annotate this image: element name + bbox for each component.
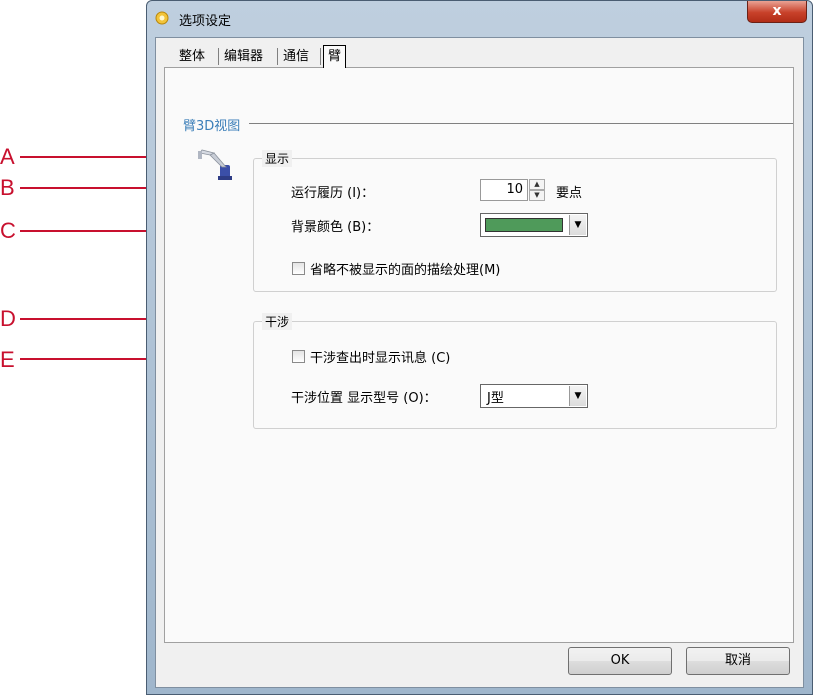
title-bar[interactable]: 选项设定 x	[147, 1, 812, 37]
chevron-up-icon[interactable]: ▲	[529, 179, 545, 190]
display-group: 显示 运行履历 (I)： 10 ▲ ▼ 要点 背景颜色 (B)： ▼ 省略不被显…	[253, 150, 777, 292]
dropdown-arrow-icon[interactable]: ▼	[569, 386, 586, 406]
bg-color-select[interactable]: ▼	[480, 213, 588, 237]
dialog-client-area: 整体 编辑器 通信 臂3D视图 显示 运行履历 (I)： 10 ▲ ▼ 要点 背…	[155, 37, 804, 688]
gear-icon	[155, 11, 169, 25]
tab-separator	[218, 48, 219, 65]
ok-button[interactable]: OK	[568, 647, 672, 675]
tab-separator	[320, 48, 321, 65]
bg-color-label: 背景颜色 (B)：	[291, 220, 380, 235]
omit-hidden-faces-label: 省略不被显示的面的描绘处理(M)	[310, 263, 501, 278]
interference-type-label: 干涉位置 显示型号 (O)：	[291, 391, 437, 406]
interference-message-checkbox[interactable]	[292, 350, 305, 363]
interference-group-label: 干涉	[262, 313, 293, 330]
section-title: 臂3D视图	[183, 119, 241, 134]
omit-hidden-faces-checkbox[interactable]	[292, 262, 305, 275]
window-title: 选项设定	[179, 14, 232, 29]
interference-type-select[interactable]: J型 ▼	[480, 384, 588, 408]
tab-page-arm: 臂3D视图 显示 运行履历 (I)： 10 ▲ ▼ 要点 背景颜色 (B)： ▼…	[164, 68, 794, 643]
tab-communication[interactable]: 通信	[279, 47, 313, 67]
history-input[interactable]: 10	[480, 179, 528, 201]
tab-general[interactable]: 整体	[175, 47, 209, 67]
history-unit: 要点	[556, 186, 583, 201]
display-group-label: 显示	[262, 150, 293, 167]
interference-type-value: J型	[487, 391, 504, 406]
history-label: 运行履历 (I)：	[291, 186, 375, 201]
tab-editor[interactable]: 编辑器	[220, 47, 267, 67]
cancel-button[interactable]: 取消	[686, 647, 790, 675]
tab-label: 编辑器	[224, 49, 264, 64]
callout-letter-a: A	[0, 144, 15, 169]
interference-message-label: 干涉查出时显示讯息 (C)	[310, 351, 451, 366]
robot-arm-icon	[198, 149, 232, 180]
history-stepper[interactable]: ▲ ▼	[529, 179, 545, 201]
close-icon: x	[772, 3, 782, 19]
close-button[interactable]: x	[747, 1, 807, 23]
callout-letter-c: C	[0, 218, 16, 243]
options-dialog: 选项设定 x 整体 编辑器 通信 臂3D视图 显示 运行履历 (I)： 10 ▲…	[146, 0, 813, 695]
color-swatch	[485, 218, 563, 232]
dropdown-arrow-icon[interactable]: ▼	[569, 215, 586, 235]
tab-label: 通信	[283, 49, 310, 64]
callout-letter-d: D	[0, 306, 16, 331]
interference-group: 干涉 干涉查出时显示讯息 (C) 干涉位置 显示型号 (O)： J型 ▼	[253, 313, 777, 429]
callout-letter-b: B	[0, 175, 15, 200]
section-divider	[249, 123, 793, 124]
callout-letter-e: E	[0, 347, 15, 372]
tab-label: 臂	[328, 49, 342, 64]
tab-arm[interactable]: 臂	[323, 45, 347, 68]
chevron-down-icon[interactable]: ▼	[529, 190, 545, 201]
tab-separator	[277, 48, 278, 65]
tab-label: 整体	[179, 49, 206, 64]
